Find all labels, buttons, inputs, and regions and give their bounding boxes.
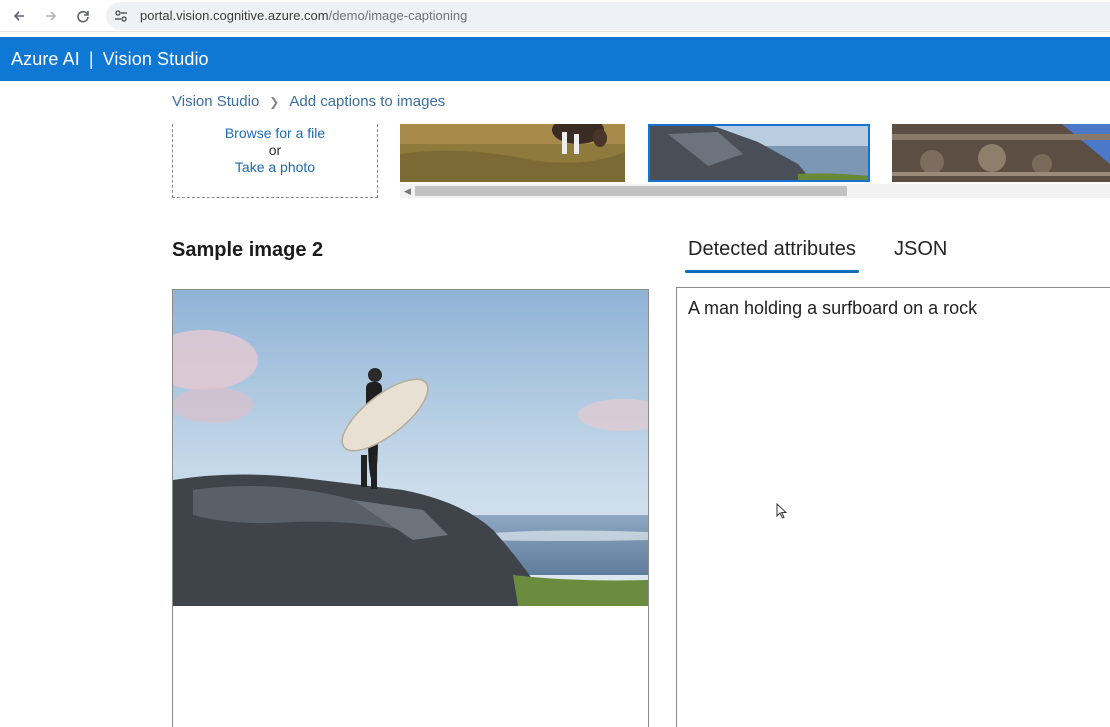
tab-detected-attributes[interactable]: Detected attributes [685,238,859,273]
chevron-right-icon: ❯ [269,94,280,109]
scrollbar-thumb[interactable] [415,186,847,196]
take-photo-link[interactable]: Take a photo [173,159,377,175]
mouse-cursor-icon [776,503,788,519]
reload-icon[interactable] [73,6,93,26]
or-label: or [268,142,282,158]
sample-image-panel [172,289,649,727]
address-bar[interactable]: portal.vision.cognitive.azure.com/demo/i… [106,2,1110,30]
sample-thumbnail-2[interactable] [648,124,870,182]
brand-name: Azure AI [11,49,80,69]
url-domain: portal.vision.cognitive.azure.com [140,8,329,23]
breadcrumb-add-captions[interactable]: Add captions to images [289,93,445,110]
forward-icon[interactable] [41,6,61,26]
url-text: portal.vision.cognitive.azure.com/demo/i… [140,8,467,23]
url-path: /demo/image-captioning [328,8,468,23]
sample-thumbnail-3[interactable] [892,124,1110,182]
scroll-left-icon[interactable]: ◀ [404,186,411,197]
upload-dropzone[interactable]: Browse for a file or Take a photo [172,124,378,198]
thumbnail-scrollbar[interactable]: ◀ [400,184,1110,198]
sample-image [173,290,648,606]
sample-thumbnail-strip: ◀ [400,124,1110,198]
breadcrumb: Vision Studio ❯ Add captions to images [172,93,445,110]
breadcrumb-vision-studio[interactable]: Vision Studio [172,93,259,110]
site-settings-icon[interactable] [114,9,128,23]
product-name: Vision Studio [102,49,209,69]
detected-attributes-panel: A man holding a surfboard on a rock [676,287,1110,727]
sample-thumbnail-1[interactable] [400,124,625,182]
caption-result: A man holding a surfboard on a rock [688,298,978,318]
title-separator: | [88,49,94,69]
sample-image-title: Sample image 2 [172,239,324,261]
app-title[interactable]: Azure AI | Vision Studio [11,49,209,70]
app-header: Azure AI | Vision Studio [0,37,1110,81]
back-icon[interactable] [9,6,29,26]
browse-file-link[interactable]: Browse for a file [173,125,377,141]
tab-json[interactable]: JSON [894,238,947,261]
browser-toolbar: portal.vision.cognitive.azure.com/demo/i… [0,0,1110,32]
